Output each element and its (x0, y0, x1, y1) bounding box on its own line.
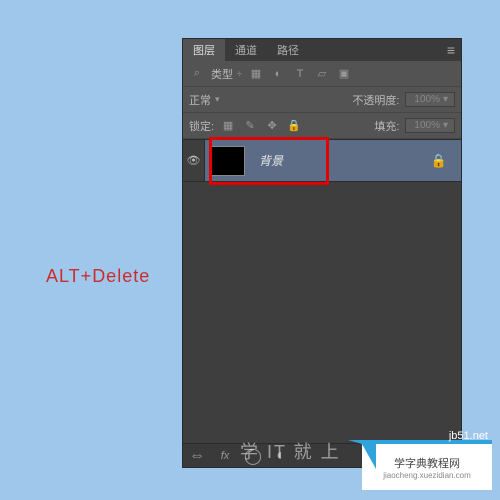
visibility-toggle[interactable]: 👁 (183, 140, 205, 181)
tab-layers[interactable]: 图层 (183, 39, 225, 61)
lock-label: 锁定: (189, 118, 214, 134)
watermark-faint: 学 IT 就 上 (240, 438, 341, 464)
chevron-down-icon: ▾ (443, 120, 448, 131)
fx-icon[interactable]: fx (217, 448, 233, 464)
lock-row: 锁定: ▦ ✎ ✥ 🔒 填充: 100% ▾ (183, 113, 461, 139)
layer-thumbnail[interactable] (211, 146, 245, 176)
watermark-corner: jb51.net (449, 430, 488, 442)
filter-kind-label: 类型 (211, 66, 233, 82)
layers-list: 👁 背景 🔒 (183, 139, 461, 443)
filter-pixel-icon[interactable]: ▦ (248, 66, 264, 82)
watermark-badge: 学字典教程网 jiaocheng.xuezidian.com jb51.net (362, 440, 492, 490)
panel-menu-icon[interactable]: ≡ (447, 42, 455, 58)
shortcut-label: ALT+Delete (46, 266, 150, 287)
fill-value: 100% (414, 120, 440, 131)
filter-row: ⌕ 类型 ÷ ▦ ◐ T ▱ ▣ (183, 61, 461, 87)
blend-row: 正常 ▾ 不透明度: 100% ▾ (183, 87, 461, 113)
link-icon[interactable]: ⇔ (189, 448, 205, 464)
watermark-site: 学字典教程网 (394, 455, 460, 471)
opacity-label: 不透明度: (352, 92, 399, 108)
opacity-value: 100% (414, 94, 440, 105)
tab-paths[interactable]: 路径 (267, 39, 309, 61)
fill-input[interactable]: 100% ▾ (405, 118, 455, 133)
lock-all-icon[interactable]: 🔒 (286, 118, 302, 134)
panel-tabs: 图层 通道 路径 ≡ (183, 39, 461, 61)
eye-icon: 👁 (187, 154, 201, 167)
layers-panel: 图层 通道 路径 ≡ ⌕ 类型 ÷ ▦ ◐ T ▱ ▣ 正常 ▾ 不透明度: 1… (182, 38, 462, 468)
layer-row-background[interactable]: 👁 背景 🔒 (183, 140, 461, 182)
chevron-down-icon: ▾ (443, 94, 448, 105)
filter-type-icon[interactable]: T (292, 66, 308, 82)
chevron-down-icon: ▾ (215, 94, 220, 105)
filter-smart-icon[interactable]: ▣ (336, 66, 352, 82)
watermark-url: jiaocheng.xuezidian.com (383, 471, 471, 480)
filter-adjust-icon[interactable]: ◐ (270, 66, 286, 82)
layer-name[interactable]: 背景 (259, 152, 283, 169)
lock-icon: 🔒 (431, 153, 447, 169)
lock-position-icon[interactable]: ✥ (264, 118, 280, 134)
fill-label: 填充: (374, 118, 399, 134)
lock-image-icon[interactable]: ✎ (242, 118, 258, 134)
chevron-down-icon: ÷ (237, 69, 242, 79)
opacity-input[interactable]: 100% ▾ (405, 92, 455, 107)
tab-channels[interactable]: 通道 (225, 39, 267, 61)
filter-shape-icon[interactable]: ▱ (314, 66, 330, 82)
search-icon[interactable]: ⌕ (189, 66, 205, 82)
lock-transparency-icon[interactable]: ▦ (220, 118, 236, 134)
filter-kind-dropdown[interactable]: 类型 ÷ (211, 66, 242, 82)
blend-mode-value: 正常 (189, 92, 211, 108)
blend-mode-dropdown[interactable]: 正常 ▾ (189, 92, 220, 108)
